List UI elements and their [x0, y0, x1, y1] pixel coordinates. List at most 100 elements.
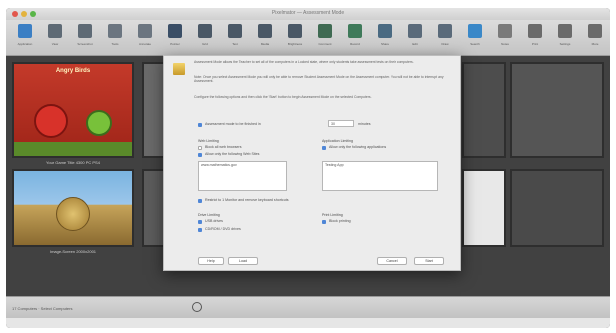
- block-internet-checkbox[interactable]: [198, 146, 202, 150]
- toolbar-item-settings[interactable]: Settings: [550, 22, 580, 54]
- cd-drives-checkbox[interactable]: [198, 228, 202, 232]
- toolbar-item-label: Tools: [111, 42, 119, 46]
- settings-icon: [558, 24, 572, 38]
- toolbar-item-label: Grid: [202, 42, 208, 46]
- media-icon: [258, 24, 272, 38]
- computer-thumbnail-hay-bale[interactable]: [12, 169, 134, 247]
- toolbar-item-label: Annotate: [138, 42, 151, 46]
- toolbar-item-comment[interactable]: Comment: [310, 22, 340, 54]
- status-text: 17 Computers · Select Computers: [12, 306, 73, 311]
- toolbar-item-label: Comment: [318, 42, 332, 46]
- toolbar-item-application[interactable]: Application: [10, 22, 40, 54]
- restrict-label: Restrict to 1 Monitor and remove keyboar…: [205, 198, 289, 202]
- brightness-icon: [288, 24, 302, 38]
- toolbar-item-media[interactable]: Media: [250, 22, 280, 54]
- duration-checkbox[interactable]: [198, 123, 202, 127]
- toolbar-item-label: Draw: [441, 42, 449, 46]
- camera-icon: [78, 24, 92, 38]
- toolbar-item-annotate[interactable]: Annotate: [130, 22, 160, 54]
- toolbar-item-print[interactable]: Print: [520, 22, 550, 54]
- websites-field[interactable]: www.mathematics.gov: [198, 161, 287, 191]
- pen-icon: [138, 24, 152, 38]
- refresh-icon[interactable]: [192, 302, 202, 312]
- toolbar-item-edit[interactable]: Edit: [400, 22, 430, 54]
- toolbar-item-record[interactable]: Record: [340, 22, 370, 54]
- web-limiting-heading: Web Limiting: [198, 139, 219, 143]
- computer-thumbnail[interactable]: [510, 62, 604, 158]
- drive-limiting-heading: Drive Limiting: [198, 213, 220, 217]
- more-icon: [588, 24, 602, 38]
- print-limiting-heading: Print Limiting: [322, 213, 343, 217]
- usb-drives-checkbox[interactable]: [198, 220, 202, 224]
- toolbar-item-label: Text: [232, 42, 238, 46]
- dialog-instructions: Configure the following options and then…: [194, 95, 372, 99]
- globe-icon: [18, 24, 32, 38]
- computer-thumbnail[interactable]: [462, 62, 506, 158]
- toolbar-item-grid[interactable]: Grid: [190, 22, 220, 54]
- block-printing-checkbox[interactable]: [322, 220, 326, 224]
- draw-icon: [438, 24, 452, 38]
- block-printing-label: Block printing: [329, 219, 351, 223]
- window-title: Pixelmator — Assessment Mode: [271, 10, 345, 16]
- toolbar: Application View Screenshot Tools Annotate Po…: [6, 20, 610, 56]
- toolbar-item-label: More: [591, 42, 599, 46]
- toolbar-item-label: Notes: [501, 42, 509, 46]
- application-limiting-heading: Application Limiting: [322, 139, 353, 143]
- eye-icon: [48, 24, 62, 38]
- toolbar-item-label: View: [51, 42, 59, 46]
- allow-apps-label: Allow only the following applications: [329, 145, 387, 149]
- toolbar-item-label: Pointer: [170, 42, 180, 46]
- toolbar-item-screenshot[interactable]: Screenshot: [70, 22, 100, 54]
- usb-drives-label: USB drives: [205, 219, 223, 223]
- notes-icon: [498, 24, 512, 38]
- toolbar-item-label: Edit: [412, 42, 418, 46]
- title-bar: Pixelmator — Assessment Mode: [6, 8, 610, 20]
- duration-input[interactable]: 30: [328, 120, 354, 127]
- toolbar-item-more[interactable]: More: [580, 22, 610, 54]
- computer-thumbnail[interactable]: [510, 169, 604, 247]
- toolbar-item-label: Brightness: [287, 42, 303, 46]
- applications-field[interactable]: Testing App: [322, 161, 438, 191]
- toolbar-item-label: Share: [380, 42, 389, 46]
- ground-graphic: [14, 142, 132, 156]
- toolbar-item-pointer[interactable]: Pointer: [160, 22, 190, 54]
- text-icon: [228, 24, 242, 38]
- toolbar-item-draw[interactable]: Draw: [430, 22, 460, 54]
- pointer-icon: [168, 24, 182, 38]
- comment-icon: [318, 24, 332, 38]
- allow-sites-label: Allow only the following Web Sites: [205, 152, 260, 156]
- toolbar-item-share[interactable]: Share: [370, 22, 400, 54]
- print-icon: [528, 24, 542, 38]
- assessment-icon: [173, 63, 185, 75]
- start-button[interactable]: Start: [414, 257, 444, 265]
- computer-thumbnail-angry-birds[interactable]: Angry Birds: [12, 62, 134, 158]
- toolbar-item-text[interactable]: Text: [220, 22, 250, 54]
- status-bar: 17 Computers · Select Computers: [6, 296, 610, 318]
- cancel-button[interactable]: Cancel: [377, 257, 407, 265]
- bottom-strip: [6, 318, 610, 328]
- toolbar-item-label: Media: [260, 42, 270, 46]
- record-icon: [348, 24, 362, 38]
- toolbar-item-label: Screenshot: [77, 42, 93, 46]
- restrict-checkbox[interactable]: [198, 199, 202, 203]
- computer-thumbnail-document[interactable]: [462, 169, 506, 247]
- toolbar-item-label: Print: [531, 42, 539, 46]
- allow-apps-checkbox[interactable]: [322, 146, 326, 150]
- toolbar-item-label: Record: [350, 42, 360, 46]
- help-button[interactable]: Help: [198, 257, 224, 265]
- thumbnail-caption: Image-Screen 2000x2001: [49, 249, 97, 254]
- toolbar-item-brightness[interactable]: Brightness: [280, 22, 310, 54]
- wrench-icon: [108, 24, 122, 38]
- toolbar-item-notes[interactable]: Notes: [490, 22, 520, 54]
- toolbar-item-tools[interactable]: Tools: [100, 22, 130, 54]
- duration-unit: minutes: [358, 122, 371, 126]
- allow-sites-checkbox[interactable]: [198, 153, 202, 157]
- search-icon: [468, 24, 482, 38]
- toolbar-item-search[interactable]: Search: [460, 22, 490, 54]
- load-button[interactable]: Load: [228, 257, 258, 265]
- duration-label: Assessment mode to be finished in: [205, 122, 261, 126]
- toolbar-item-label: Settings: [559, 42, 571, 46]
- hay-bale-graphic: [56, 197, 90, 231]
- green-pig-graphic: [86, 110, 112, 136]
- toolbar-item-view[interactable]: View: [40, 22, 70, 54]
